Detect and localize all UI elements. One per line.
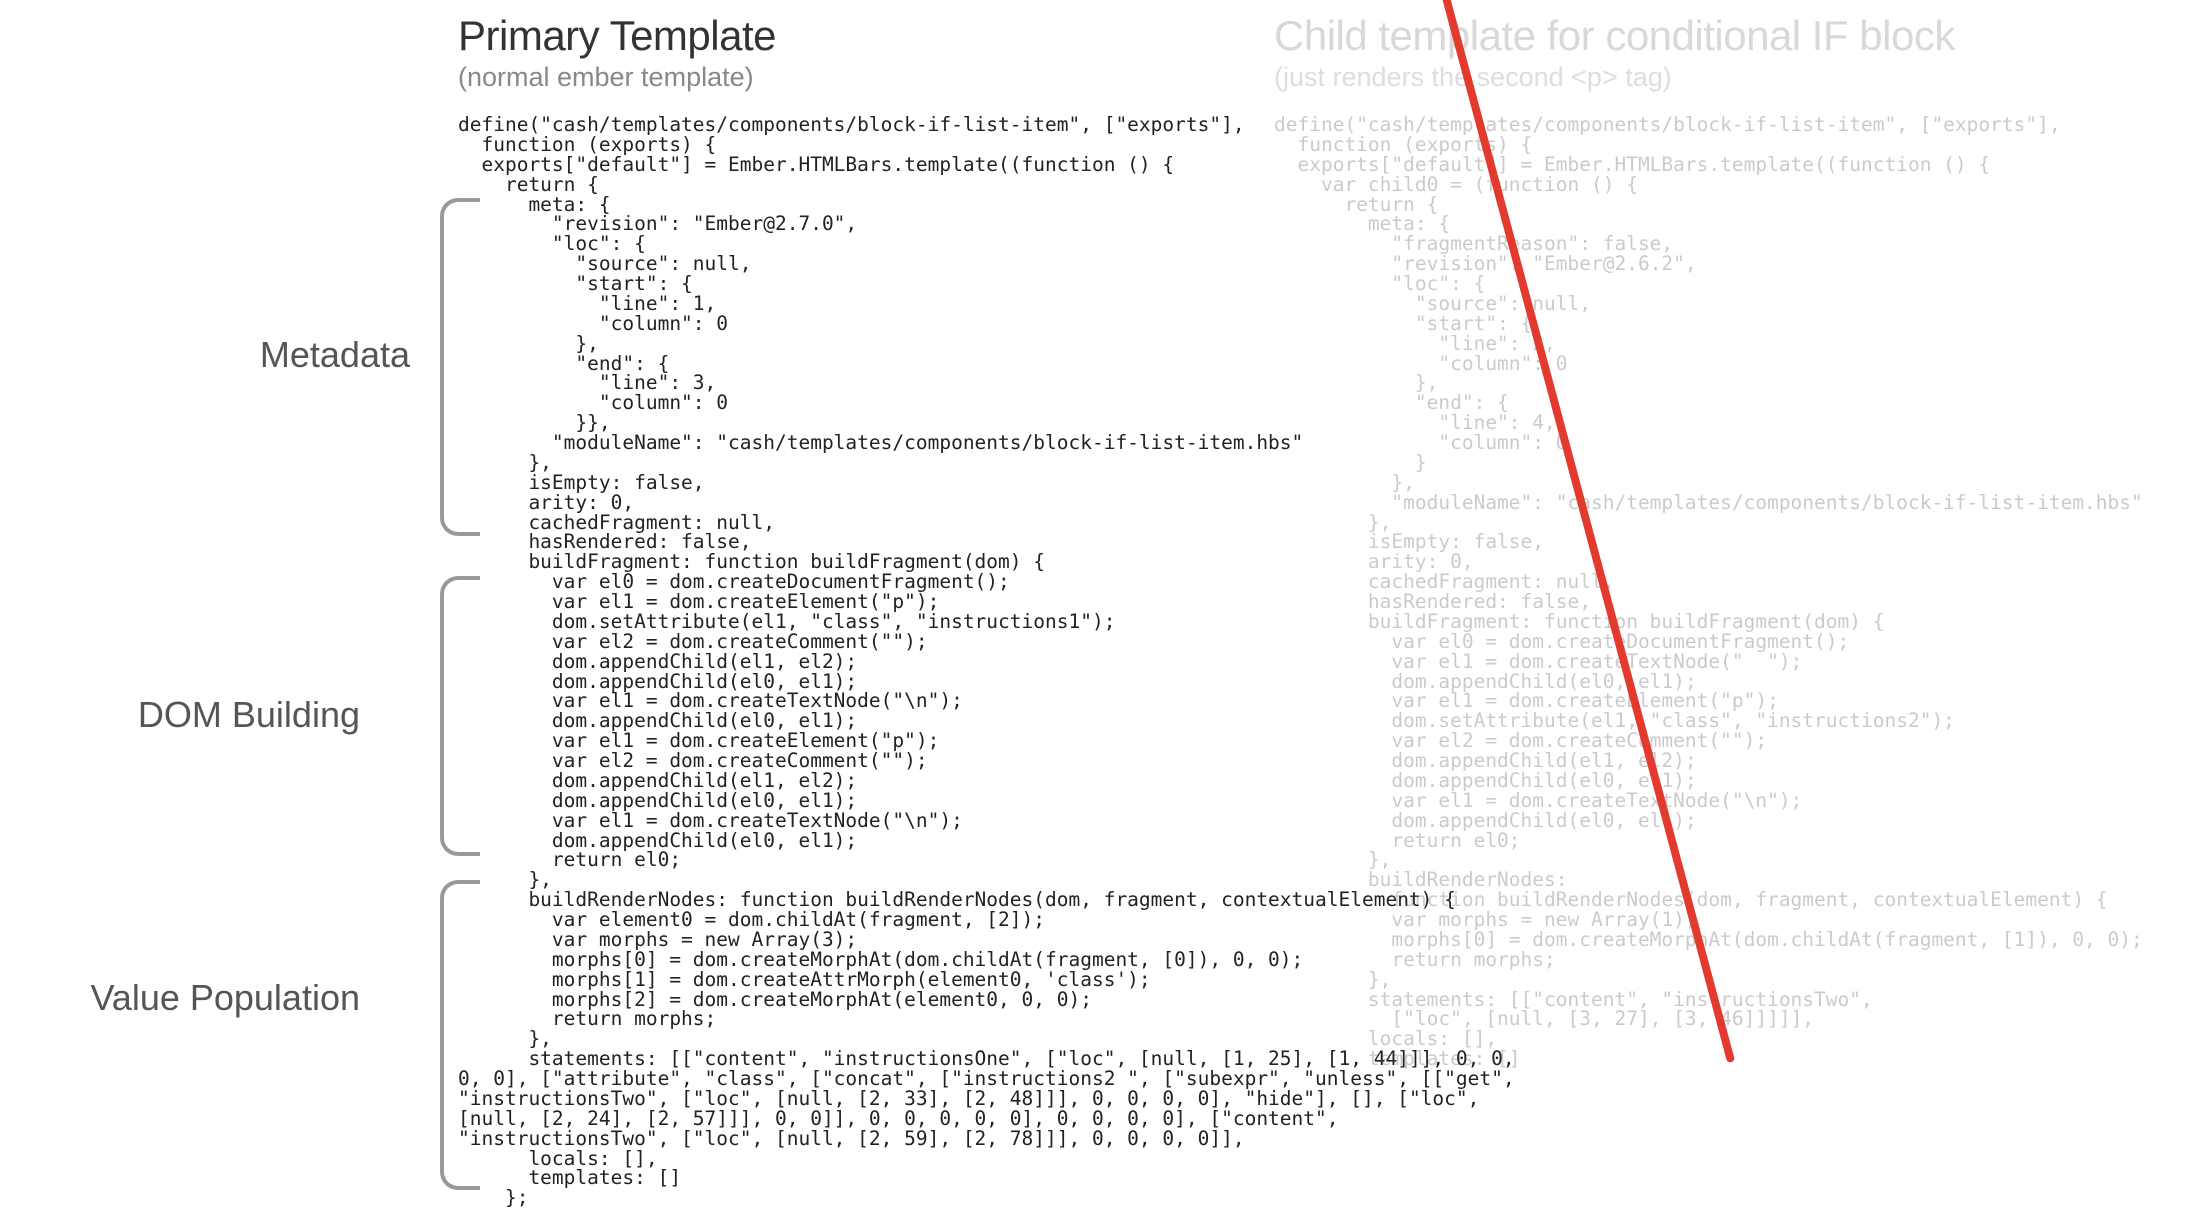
metadata-label: Metadata — [50, 334, 410, 376]
child-template-code: define("cash/templates/components/block-… — [1274, 115, 2174, 1069]
metadata-brace — [440, 198, 480, 536]
value-population-brace — [440, 880, 480, 1190]
dom-building-brace — [440, 576, 480, 856]
dom-building-label: DOM Building — [0, 694, 360, 736]
value-population-label: Value Population — [0, 977, 360, 1019]
child-template-subtitle: (just renders the second <p> tag) — [1274, 62, 2174, 93]
child-template-title: Child template for conditional IF block — [1274, 12, 2174, 60]
child-template-column: Child template for conditional IF block … — [1274, 12, 2174, 1069]
